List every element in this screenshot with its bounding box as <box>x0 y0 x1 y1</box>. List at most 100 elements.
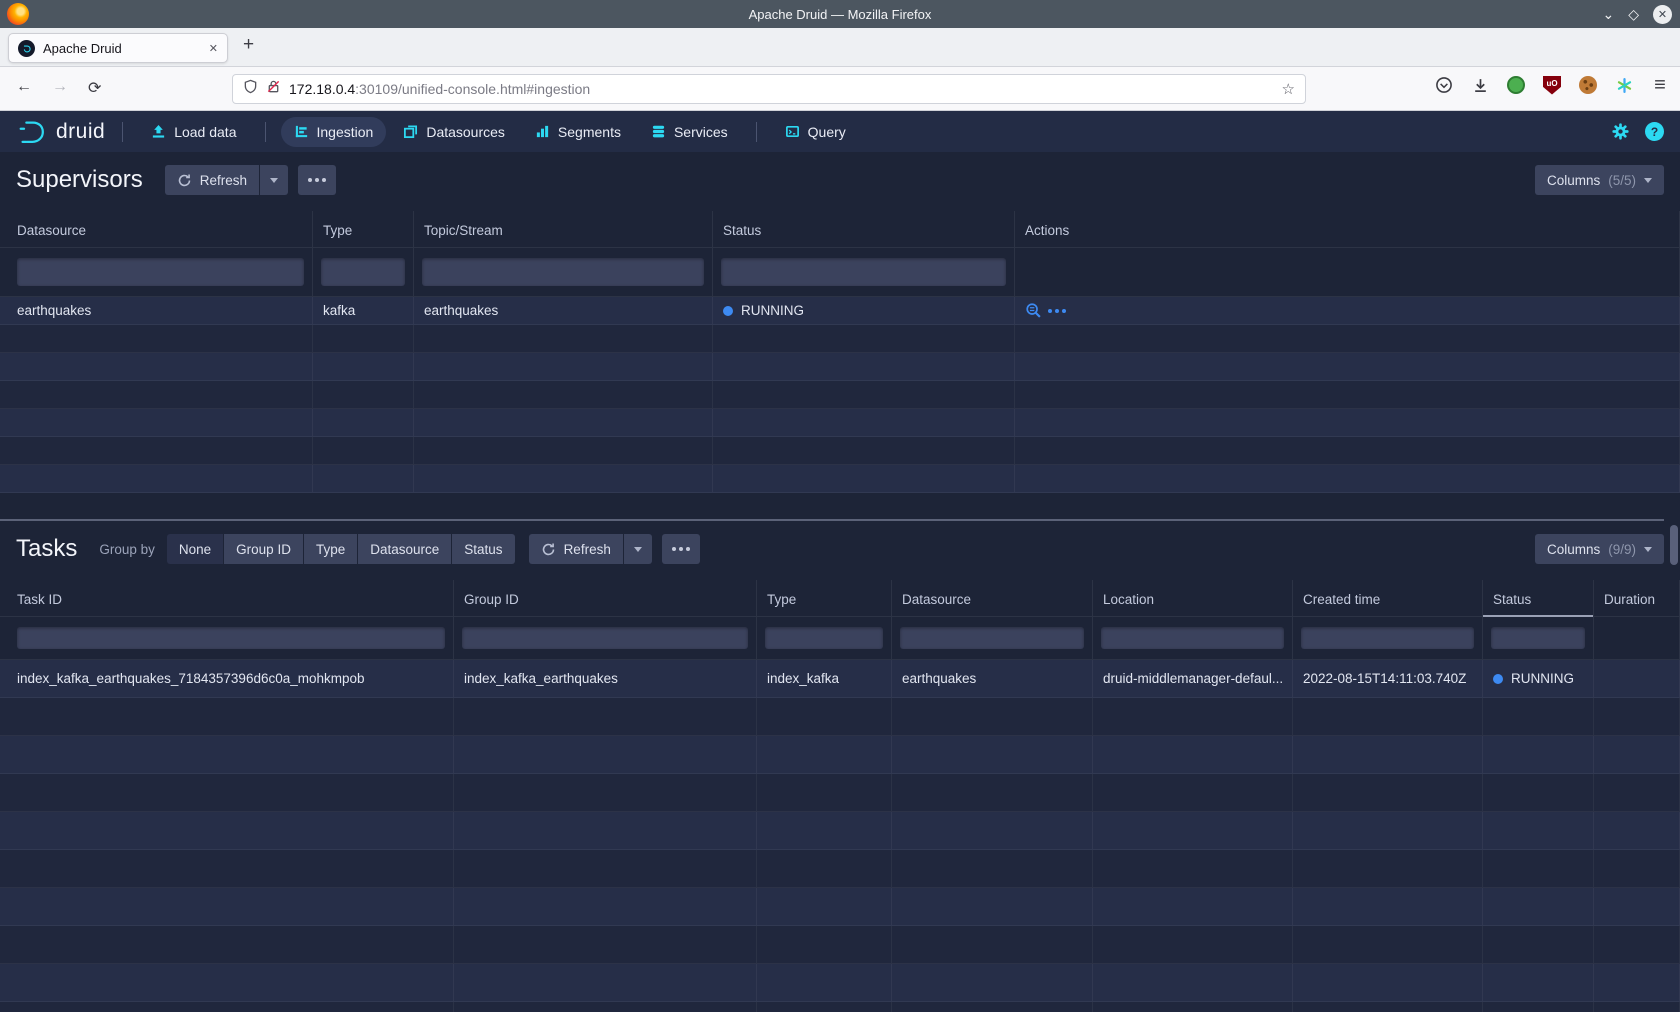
column-header-created-time[interactable]: Created time <box>1293 580 1483 616</box>
supervisors-more-button[interactable] <box>298 165 336 195</box>
cell-status: RUNNING <box>1483 660 1594 697</box>
url-host: 172.18.0.4 <box>289 81 355 97</box>
filter-duration-empty <box>1594 617 1680 659</box>
hamburger-menu-icon[interactable]: ≡ <box>1650 75 1670 95</box>
tracking-shield-icon[interactable] <box>243 79 258 99</box>
filter-topic-stream-input[interactable] <box>422 258 704 286</box>
refresh-label: Refresh <box>200 173 247 188</box>
console-content: Supervisors Refresh Columns (5/5) Dataso… <box>0 152 1680 1012</box>
maximize-icon[interactable]: ◇ <box>1628 7 1639 21</box>
column-header-type[interactable]: Type <box>313 211 414 247</box>
filter-task-id-input[interactable] <box>17 627 445 649</box>
navbar-divider <box>122 122 123 142</box>
supervisor-row-empty <box>0 409 1680 437</box>
nav-item-load-data[interactable]: Load data <box>138 117 249 147</box>
services-icon <box>651 124 666 139</box>
task-row-empty <box>0 812 1680 850</box>
filter-status-input[interactable] <box>1491 627 1585 649</box>
row-more-actions-icon[interactable] <box>1055 309 1059 313</box>
supervisors-columns-button[interactable]: Columns (5/5) <box>1535 165 1664 195</box>
task-row-empty <box>0 850 1680 888</box>
inspect-magnifier-icon[interactable] <box>1025 302 1042 319</box>
supervisor-row-empty <box>0 325 1680 353</box>
insecure-lock-icon[interactable] <box>266 79 281 99</box>
datasources-icon <box>403 124 418 139</box>
column-header-datasource[interactable]: Datasource <box>0 211 313 247</box>
nav-item-query[interactable]: Query <box>772 117 859 147</box>
tasks-refresh-caret-button[interactable] <box>624 534 652 564</box>
group-by-datasource-button[interactable]: Datasource <box>358 534 451 564</box>
tasks-filter-row <box>0 616 1680 660</box>
column-header-type[interactable]: Type <box>757 580 892 616</box>
refresh-icon <box>177 173 192 188</box>
supervisors-refresh-caret-button[interactable] <box>260 165 288 195</box>
settings-gear-icon[interactable] <box>1611 122 1630 141</box>
downloads-icon[interactable] <box>1470 75 1490 95</box>
group-by-group-id-button[interactable]: Group ID <box>224 534 303 564</box>
filter-location-input[interactable] <box>1101 627 1284 649</box>
tasks-header-row: Task ID Group ID Type Datasource Locatio… <box>0 580 1680 616</box>
filter-type-input[interactable] <box>321 258 405 286</box>
bookmark-star-icon[interactable]: ☆ <box>1282 80 1295 98</box>
scrollbar-thumb[interactable] <box>1670 525 1678 565</box>
filter-datasource-input[interactable] <box>17 258 304 286</box>
supervisors-header-row: Datasource Type Topic/Stream Status Acti… <box>0 211 1680 247</box>
druid-favicon-icon <box>18 40 35 57</box>
nav-label-datasources: Datasources <box>426 124 505 140</box>
nav-item-segments[interactable]: Segments <box>522 117 634 147</box>
close-window-icon[interactable]: ✕ <box>1653 5 1672 24</box>
cell-datasource: earthquakes <box>0 297 313 324</box>
help-icon[interactable]: ? <box>1645 122 1664 141</box>
tasks-refresh-button[interactable]: Refresh <box>529 534 623 564</box>
column-header-status-sorted[interactable]: Status <box>1483 580 1594 616</box>
column-header-location[interactable]: Location <box>1093 580 1293 616</box>
column-header-status[interactable]: Status <box>713 211 1015 247</box>
nav-item-datasources[interactable]: Datasources <box>390 117 518 147</box>
column-header-task-id[interactable]: Task ID <box>0 580 454 616</box>
column-header-group-id[interactable]: Group ID <box>454 580 757 616</box>
task-row-empty <box>0 736 1680 774</box>
column-header-datasource[interactable]: Datasource <box>892 580 1093 616</box>
cell-datasource: earthquakes <box>892 660 1093 697</box>
filter-created-time-input[interactable] <box>1301 627 1474 649</box>
druid-navbar: druid Load data Ingestion Datasources Se… <box>0 111 1680 152</box>
extension-green-icon[interactable] <box>1506 75 1526 95</box>
task-row-empty <box>0 926 1680 964</box>
task-row[interactable]: index_kafka_earthquakes_7184357396d6c0a_… <box>0 660 1680 698</box>
refresh-label: Refresh <box>564 542 611 557</box>
nav-item-ingestion[interactable]: Ingestion <box>281 117 387 147</box>
url-bar[interactable]: 172.18.0.4:30109/unified-console.html#in… <box>232 74 1306 104</box>
supervisors-refresh-button[interactable]: Refresh <box>165 165 259 195</box>
filter-group-id-input[interactable] <box>462 627 748 649</box>
column-header-topic-stream[interactable]: Topic/Stream <box>414 211 713 247</box>
cell-topic-stream: earthquakes <box>414 297 713 324</box>
minimize-icon[interactable]: ⌄ <box>1602 7 1614 21</box>
supervisor-row[interactable]: earthquakes kafka earthquakes RUNNING <box>0 297 1680 325</box>
pocket-icon[interactable] <box>1434 75 1454 95</box>
new-tab-button[interactable]: + <box>243 34 254 56</box>
tasks-columns-button[interactable]: Columns (9/9) <box>1535 534 1664 564</box>
group-by-none-button[interactable]: None <box>167 534 223 564</box>
ublock-origin-icon[interactable]: uO <box>1542 75 1562 95</box>
filter-type-input[interactable] <box>765 627 883 649</box>
filter-status-input[interactable] <box>721 258 1006 286</box>
refresh-icon <box>541 542 556 557</box>
back-button[interactable]: ← <box>16 78 32 96</box>
group-by-type-button[interactable]: Type <box>304 534 357 564</box>
cookie-extension-icon[interactable] <box>1578 75 1598 95</box>
tab-title: Apache Druid <box>43 41 209 56</box>
reload-button[interactable]: ⟳ <box>88 78 101 98</box>
columns-count: (9/9) <box>1608 542 1636 557</box>
druid-brand[interactable]: druid <box>16 116 105 148</box>
group-by-status-button[interactable]: Status <box>452 534 514 564</box>
asterisk-extension-icon[interactable] <box>1614 75 1634 95</box>
browser-tab[interactable]: Apache Druid ✕ <box>8 33 228 63</box>
nav-item-services[interactable]: Services <box>638 117 741 147</box>
column-header-actions: Actions <box>1015 211 1680 247</box>
close-tab-icon[interactable]: ✕ <box>209 42 218 55</box>
group-by-label: Group by <box>99 542 155 557</box>
tasks-more-button[interactable] <box>662 534 700 564</box>
supervisor-row-empty <box>0 465 1680 493</box>
column-header-duration[interactable]: Duration <box>1594 580 1680 616</box>
filter-datasource-input[interactable] <box>900 627 1084 649</box>
